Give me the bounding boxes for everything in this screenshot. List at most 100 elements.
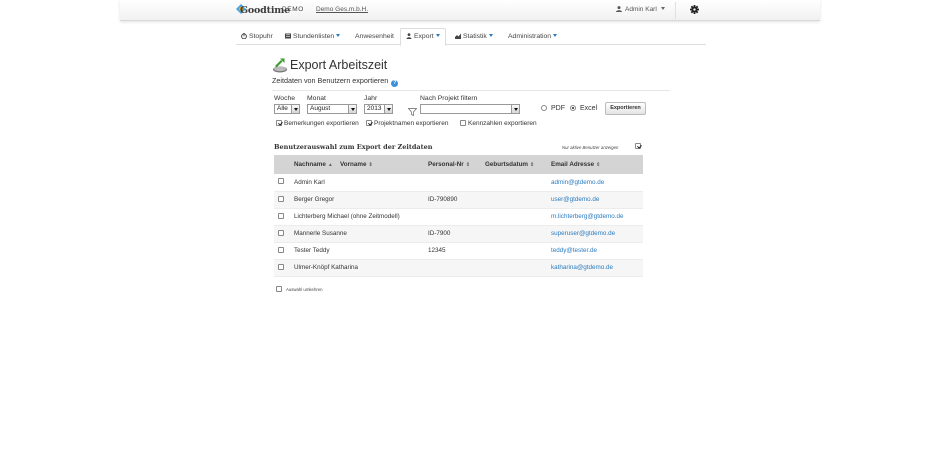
column-label: Personal-Nr	[428, 161, 464, 168]
metrics-label: Kennzahlen exportieren	[468, 120, 537, 127]
chevron-down-icon	[511, 105, 519, 113]
company-link[interactable]: Demo Ges.m.b.H.	[316, 6, 368, 13]
export-icon	[273, 58, 287, 73]
divider	[272, 90, 670, 91]
section-title: Benutzerauswahl zum Export der Zeitdaten	[274, 143, 433, 151]
user-name: Berger Gregor	[294, 191, 428, 209]
pdf-label: PDF	[551, 105, 565, 112]
tab-label: Administration	[508, 33, 552, 40]
table-row: Tester Teddy 12345 teddy@tester.de	[274, 242, 643, 260]
birthdate	[485, 242, 551, 260]
tab-export[interactable]: Export	[400, 28, 446, 46]
users-table: Nachname ▲ Vorname ⇕ Personal-Nr ⇕ Geburtsd…	[274, 155, 643, 277]
email-link[interactable]: superuser@gtdemo.de	[551, 230, 615, 237]
tab-label: Export	[414, 33, 434, 40]
week-value: Alle	[277, 105, 288, 112]
row-checkbox[interactable]	[278, 195, 284, 202]
tab-statistik[interactable]: Statistik	[455, 28, 493, 45]
email-link[interactable]: m.lichterberg@gtdemo.de	[551, 213, 624, 220]
personal-nr	[428, 259, 485, 277]
row-checkbox[interactable]	[278, 212, 284, 219]
divider	[675, 2, 676, 19]
sort-icon: ⇕	[465, 162, 470, 168]
tab-label: Statistik	[463, 33, 487, 40]
main-nav: Stopuhr Stundenlisten Anwesenheit Export…	[236, 28, 706, 46]
row-checkbox[interactable]	[278, 263, 284, 270]
user-name: Lichterberg Michael (ohne Zeitmodell)	[294, 208, 428, 226]
tab-label: Stundenlisten	[293, 33, 335, 40]
remarks-label: Bemerkungen exportieren	[284, 120, 359, 127]
year-value: 2013	[367, 105, 382, 112]
tab-administration[interactable]: Administration	[508, 28, 558, 45]
demo-label: DEMO	[282, 6, 304, 13]
gear-icon[interactable]	[690, 5, 699, 14]
birthdate	[485, 225, 551, 243]
top-navbar: Goodtime DEMO Demo Ges.m.b.H. Admin Karl	[120, 0, 820, 21]
birthdate	[485, 191, 551, 209]
subtitle-text: Zeitdaten von Benutzern exportieren	[272, 76, 389, 85]
week-label: Woche	[274, 95, 296, 102]
week-select[interactable]: Alle	[274, 104, 300, 114]
row-checkbox[interactable]	[278, 229, 284, 236]
row-checkbox[interactable]	[278, 178, 284, 185]
user-name: Admin Karl	[625, 6, 657, 13]
excel-radio[interactable]	[570, 105, 576, 111]
birthdate	[485, 259, 551, 277]
active-only-checkbox[interactable]	[635, 143, 641, 149]
chevron-down-icon	[660, 7, 665, 10]
month-value: August	[310, 105, 331, 112]
chevron-down-icon	[553, 34, 558, 37]
column-header-nachname[interactable]: Nachname ▲	[294, 155, 340, 174]
row-checkbox[interactable]	[278, 246, 284, 253]
chart-icon	[455, 33, 461, 39]
tab-label: Stopuhr	[249, 33, 273, 40]
column-header-geburtsdatum[interactable]: Geburtsdatum ⇕	[485, 155, 551, 174]
tab-label: Anwesenheit	[355, 33, 394, 40]
export-button[interactable]: Exportieren	[605, 102, 646, 115]
sort-icon: ⇕	[596, 162, 601, 168]
table-row: Lichterberg Michael (ohne Zeitmodell) m.…	[274, 208, 643, 226]
birthdate	[485, 174, 551, 192]
tab-stundenlisten[interactable]: Stundenlisten	[285, 28, 341, 45]
column-label: Email Adresse	[551, 161, 595, 168]
email-link[interactable]: teddy@tester.de	[551, 247, 597, 254]
email-link[interactable]: admin@gtdemo.de	[551, 179, 604, 186]
select-column-header	[274, 155, 294, 174]
help-icon[interactable]: ?	[391, 80, 399, 87]
tab-stopuhr[interactable]: Stopuhr	[241, 28, 273, 45]
metrics-checkbox[interactable]	[460, 120, 466, 126]
user-name: Admin Karl	[294, 174, 428, 192]
project-names-checkbox[interactable]	[366, 120, 372, 126]
filter-icon	[408, 108, 417, 116]
invert-selection-label: Auswahl umkehren	[286, 287, 323, 292]
pdf-radio[interactable]	[541, 105, 547, 111]
tab-anwesenheit[interactable]: Anwesenheit	[355, 28, 394, 45]
column-header-vorname[interactable]: Vorname ⇕	[340, 155, 428, 174]
table-row: Mannerle Susanne ID-7900 superuser@gtdem…	[274, 225, 643, 243]
export-icon	[406, 33, 412, 39]
personal-nr: ID-7900	[428, 225, 485, 243]
chevron-down-icon	[348, 105, 356, 113]
table-row: Admin Karl admin@gtdemo.de	[274, 174, 643, 192]
project-select[interactable]	[420, 104, 520, 114]
email-link[interactable]: katharina@gtdemo.de	[551, 264, 613, 271]
personal-nr	[428, 208, 485, 226]
email-link[interactable]: user@gtdemo.de	[551, 196, 599, 203]
chevron-down-icon	[435, 34, 440, 37]
personal-nr: ID-790890	[428, 191, 485, 209]
column-header-email[interactable]: Email Adresse ⇕	[551, 155, 643, 174]
user-menu[interactable]: Admin Karl	[616, 6, 665, 13]
chevron-down-icon	[291, 105, 299, 113]
remarks-checkbox[interactable]	[276, 120, 282, 126]
project-names-label: Projektnamen exportieren	[374, 120, 449, 127]
column-header-personal-nr[interactable]: Personal-Nr ⇕	[428, 155, 485, 174]
user-name: Ulmer-Knöpf Katharina	[294, 259, 428, 277]
goodtime-logo[interactable]: Goodtime	[235, 3, 290, 18]
invert-selection-checkbox[interactable]	[276, 286, 282, 292]
year-select[interactable]: 2013	[364, 104, 393, 114]
chevron-down-icon	[336, 34, 341, 37]
month-select[interactable]: August	[307, 104, 357, 114]
year-label: Jahr	[364, 95, 378, 102]
chevron-down-icon	[488, 34, 493, 37]
excel-label: Excel	[580, 105, 598, 112]
